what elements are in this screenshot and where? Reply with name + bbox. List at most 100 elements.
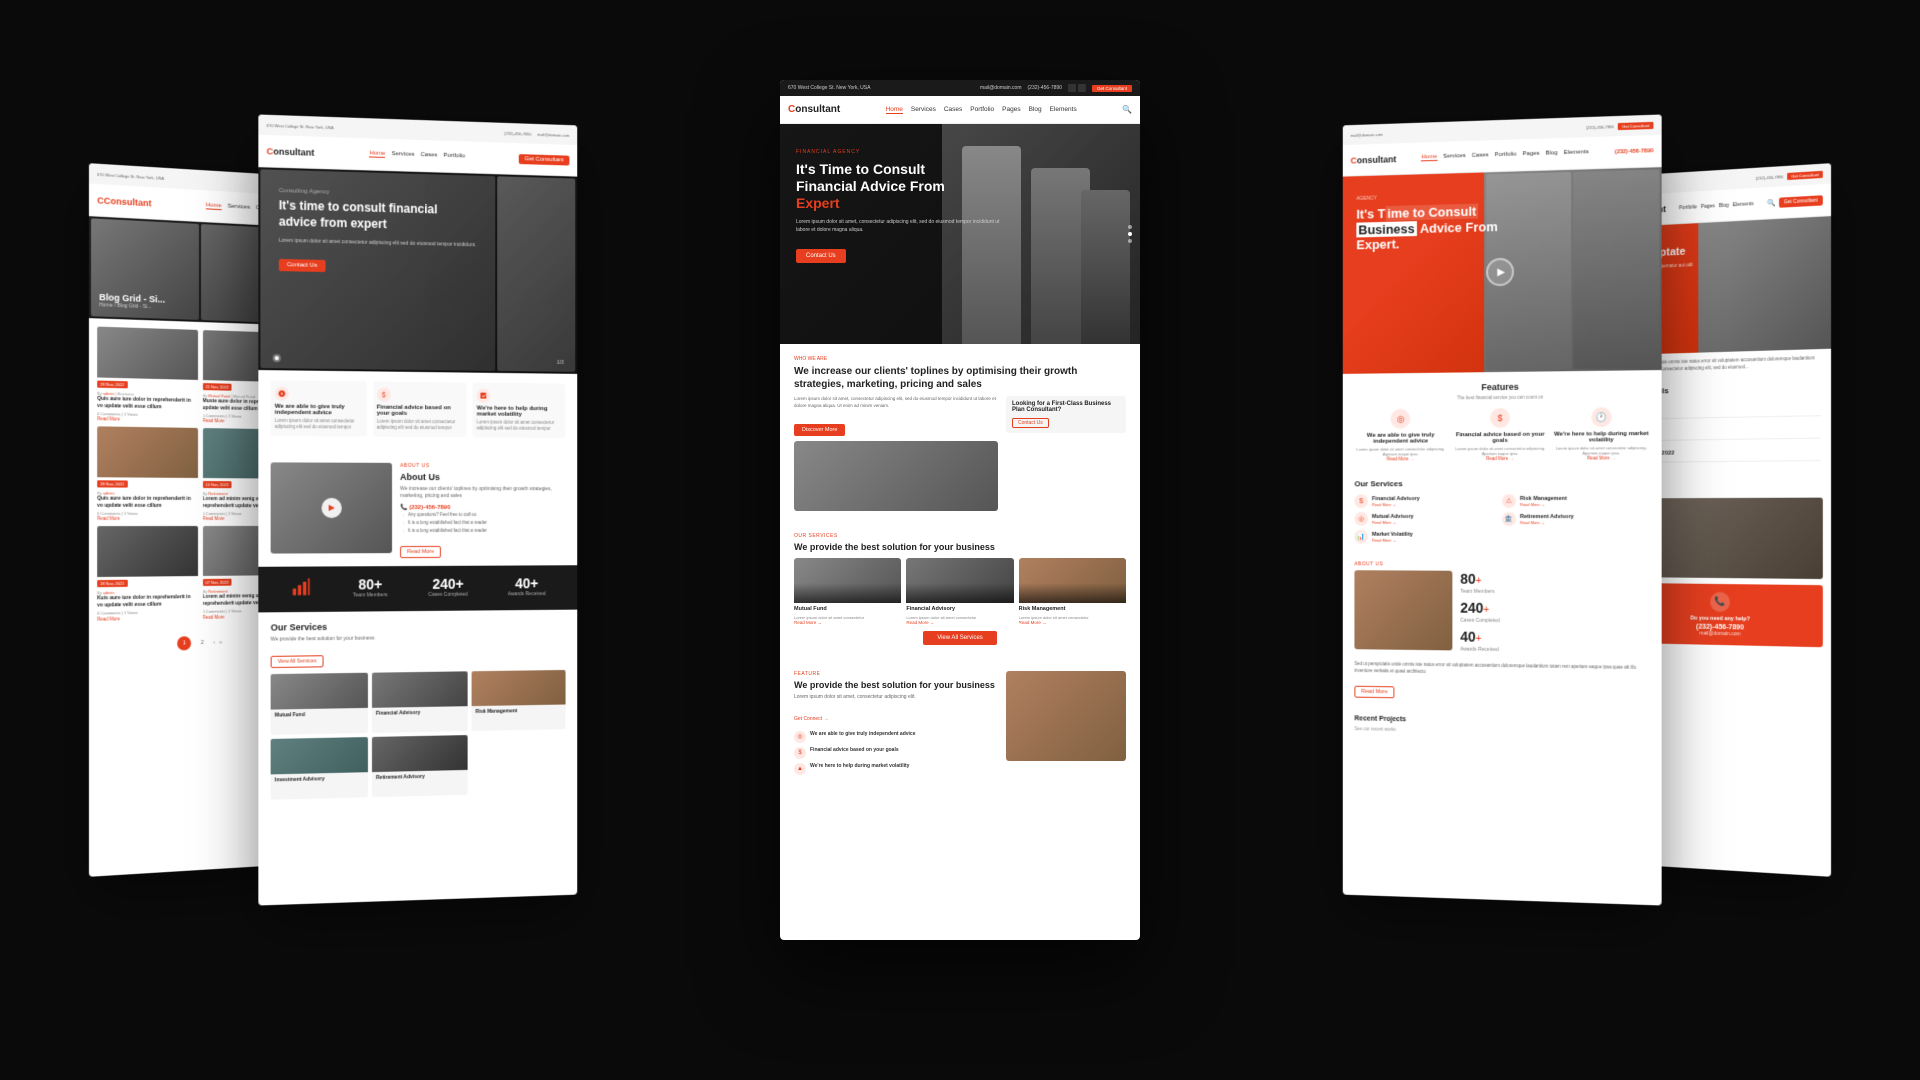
center-hero-btn[interactable]: Contact Us bbox=[796, 249, 846, 263]
left-svc-4-img bbox=[271, 737, 368, 774]
social-icon-tw bbox=[1078, 84, 1086, 92]
center-sol-img bbox=[1006, 671, 1126, 761]
center-discover-btn[interactable]: Discover More bbox=[794, 424, 845, 436]
left-services-subtitle: We provide the best solution for your bu… bbox=[271, 633, 566, 643]
center-sol-desc: Lorem ipsum dolor sit amet, consectetur … bbox=[794, 694, 996, 701]
left-services-section: Our Services We provide the best solutio… bbox=[258, 610, 577, 811]
right-srv-link-4[interactable]: Read More → bbox=[1520, 520, 1649, 525]
page-2[interactable]: 2 bbox=[195, 635, 209, 649]
left-about-tag: About Us bbox=[400, 463, 566, 470]
scene: 670 West College St. New York, USA Get C… bbox=[0, 0, 1920, 1080]
right-stat-2-plus: + bbox=[1483, 605, 1489, 616]
right-our-services: Our Services $ Financial Advisory Read M… bbox=[1343, 471, 1662, 553]
right-feat-link-2[interactable]: Read More → bbox=[1453, 456, 1547, 461]
center-sol-link[interactable]: Get Connect → bbox=[794, 716, 828, 722]
right-logo[interactable]: Consultant bbox=[1351, 154, 1397, 165]
right-cta-top[interactable]: Get Consultant bbox=[1618, 121, 1653, 129]
left-stat-3: 40+ Awards Received bbox=[508, 575, 546, 600]
right-about-stat-3: 40+ Awards Received bbox=[1460, 629, 1649, 655]
center-logo[interactable]: Consultant bbox=[788, 104, 840, 115]
center-sol-text-3: We're here to help during market volatil… bbox=[810, 763, 909, 770]
right-about-read-more-btn[interactable]: Read More bbox=[1354, 686, 1394, 699]
center-who-tag: Who We Are bbox=[794, 356, 1126, 362]
right-about-stat-1: 80+ Team Members bbox=[1460, 571, 1649, 596]
center-svc-2-link[interactable]: Read More → bbox=[906, 620, 1013, 625]
right-stat-3-label: Awards Received bbox=[1460, 647, 1649, 655]
right-srv-link-3[interactable]: Read More → bbox=[1372, 520, 1498, 525]
blog-post-1-readmore[interactable]: Read More bbox=[97, 416, 197, 423]
case-cta-top[interactable]: Get Consultant bbox=[1787, 170, 1822, 179]
left-svc-2-label: Financial Advisory bbox=[372, 706, 468, 720]
center-solutions-section: Feature We provide the best solution for… bbox=[780, 661, 1140, 789]
left-about-btn[interactable]: Read More bbox=[400, 546, 441, 558]
center-services-section: Our Services We provide the best solutio… bbox=[780, 523, 1140, 661]
right-feat-link-3[interactable]: Read More → bbox=[1553, 456, 1649, 461]
center-view-all-btn[interactable]: View All Services bbox=[923, 631, 997, 645]
blog-post-5: 28 Nov, 2022 By admin Kuis aure iure dol… bbox=[97, 526, 197, 621]
right-feat-link-1[interactable]: Read More → bbox=[1354, 457, 1447, 462]
left-svc-1: Mutual Fund bbox=[271, 673, 368, 735]
center-email-top: mail@domain.com bbox=[980, 85, 1021, 91]
right-srv-5: 📊 Market Volatility Read More → bbox=[1354, 530, 1498, 544]
center-svc-3-link[interactable]: Read More → bbox=[1019, 620, 1126, 625]
right-srv-link-2[interactable]: Read More → bbox=[1520, 502, 1649, 507]
right-feat-icon-2: $ bbox=[1490, 408, 1510, 428]
blog-post-5-title: Kuis aure iure dolor in reprehenderit in… bbox=[97, 594, 197, 609]
center-sol-text-2: Financial advice based on your goals bbox=[810, 747, 899, 754]
blog-post-3-readmore[interactable]: Read More bbox=[97, 516, 197, 521]
page-last[interactable]: » bbox=[219, 639, 222, 645]
right-stat-1-plus: + bbox=[1476, 576, 1482, 587]
center-svc-tag: Our Services bbox=[794, 533, 1126, 539]
logo-letter: C bbox=[97, 195, 104, 206]
page-next[interactable]: › bbox=[213, 639, 215, 645]
left-hero-btn[interactable]: Contact Us bbox=[279, 259, 325, 272]
blog-address: 670 West College St. New York, USA bbox=[97, 171, 164, 180]
right-about-stat-2: 240+ Cases Completed bbox=[1460, 600, 1649, 626]
left-services-view-all-btn[interactable]: View All Services bbox=[271, 655, 324, 668]
center-who-section: Who We Are We increase our clients' topl… bbox=[780, 344, 1140, 523]
center-svc-title: We provide the best solution for your bu… bbox=[794, 542, 1126, 552]
center-who-layout: Lorem ipsum dolor sit amet, consectetur … bbox=[794, 396, 1126, 511]
left-stat-chart-icon bbox=[291, 577, 311, 600]
right-about-img bbox=[1354, 571, 1452, 651]
left-feat-desc-3: Lorem ipsum dolor sit amet consectetur a… bbox=[477, 419, 562, 431]
right-srv-link-1[interactable]: Read More → bbox=[1372, 502, 1498, 507]
left-about-play-btn[interactable]: ▶ bbox=[322, 498, 342, 518]
right-feat-2: $ Financial advice based on your goals L… bbox=[1453, 408, 1547, 462]
left-stat-3-num: 40+ bbox=[508, 575, 546, 591]
left-stats-bar: 80+ Team Members 240+ Cases Completed 40… bbox=[258, 565, 577, 612]
right-feat-desc-1: Lorem ipsum dolor sit amet consectetur a… bbox=[1354, 446, 1447, 457]
blog-logo[interactable]: CConsultant bbox=[97, 195, 151, 208]
left-hero-content: Consulting Agency It's time to consult f… bbox=[279, 188, 558, 277]
left-feat-desc-1: Lorem ipsum dolor sit amet consectetur a… bbox=[275, 418, 363, 430]
center-hero: Financial Agency It's Time to Consult Fi… bbox=[780, 124, 1140, 344]
center-search-icon[interactable]: 🔍 bbox=[1122, 105, 1132, 114]
center-cta-top[interactable]: Get Consultant bbox=[1092, 85, 1132, 92]
left-feat-title-3: We're here to help during market volatil… bbox=[477, 406, 562, 419]
right-srv-link-5[interactable]: Read More → bbox=[1372, 538, 1498, 543]
right-srv-icon-5: 📊 bbox=[1354, 530, 1368, 544]
left-hero-title: It's time to consult financialadvice fro… bbox=[279, 198, 558, 236]
right-about-tag: About Us bbox=[1354, 562, 1649, 569]
case-get-consultant-btn[interactable]: Get Consultant bbox=[1779, 195, 1823, 208]
center-sol-title: We provide the best solution for your bu… bbox=[794, 680, 996, 690]
center-svc-1-img bbox=[794, 558, 901, 603]
center-consultant-btn[interactable]: Contact Us bbox=[1012, 418, 1049, 428]
right-srv-1: $ Financial Advisory Read More → bbox=[1354, 494, 1498, 508]
blog-post-5-readmore[interactable]: Read More bbox=[97, 615, 197, 622]
center-who-desc: Lorem ipsum dolor sit amet, consectetur … bbox=[794, 396, 998, 410]
case-search-icon[interactable]: 🔍 bbox=[1767, 198, 1776, 207]
left-cta-btn[interactable]: Get Consultant bbox=[519, 154, 570, 165]
right-features-grid: ◎ We are able to give truly independent … bbox=[1354, 407, 1649, 462]
help-phone-icon: 📞 bbox=[1710, 591, 1730, 611]
center-svc-1-link[interactable]: Read More → bbox=[794, 620, 901, 625]
left-services-grid: Mutual Fund Financial Advisory Risk Mana… bbox=[271, 670, 566, 800]
center-hero-desc: Lorem ipsum dolor sit amet, consectetur … bbox=[796, 219, 1010, 234]
right-about-desc: Sed ut perspiciatis unde omnis iste natu… bbox=[1354, 661, 1649, 679]
center-svc-grid: Mutual Fund Lorem ipsum dolor sit amet c… bbox=[794, 558, 1126, 625]
page-1[interactable]: 1 bbox=[177, 636, 191, 650]
right-srv-2: ⚠ Risk Management Read More → bbox=[1502, 494, 1649, 508]
center-consultant-title: Looking for a First-Class Business Plan … bbox=[1012, 401, 1120, 413]
left-feature-boxes: We are able to give truly independent ad… bbox=[271, 380, 566, 437]
left-logo[interactable]: Consultant bbox=[267, 146, 315, 158]
